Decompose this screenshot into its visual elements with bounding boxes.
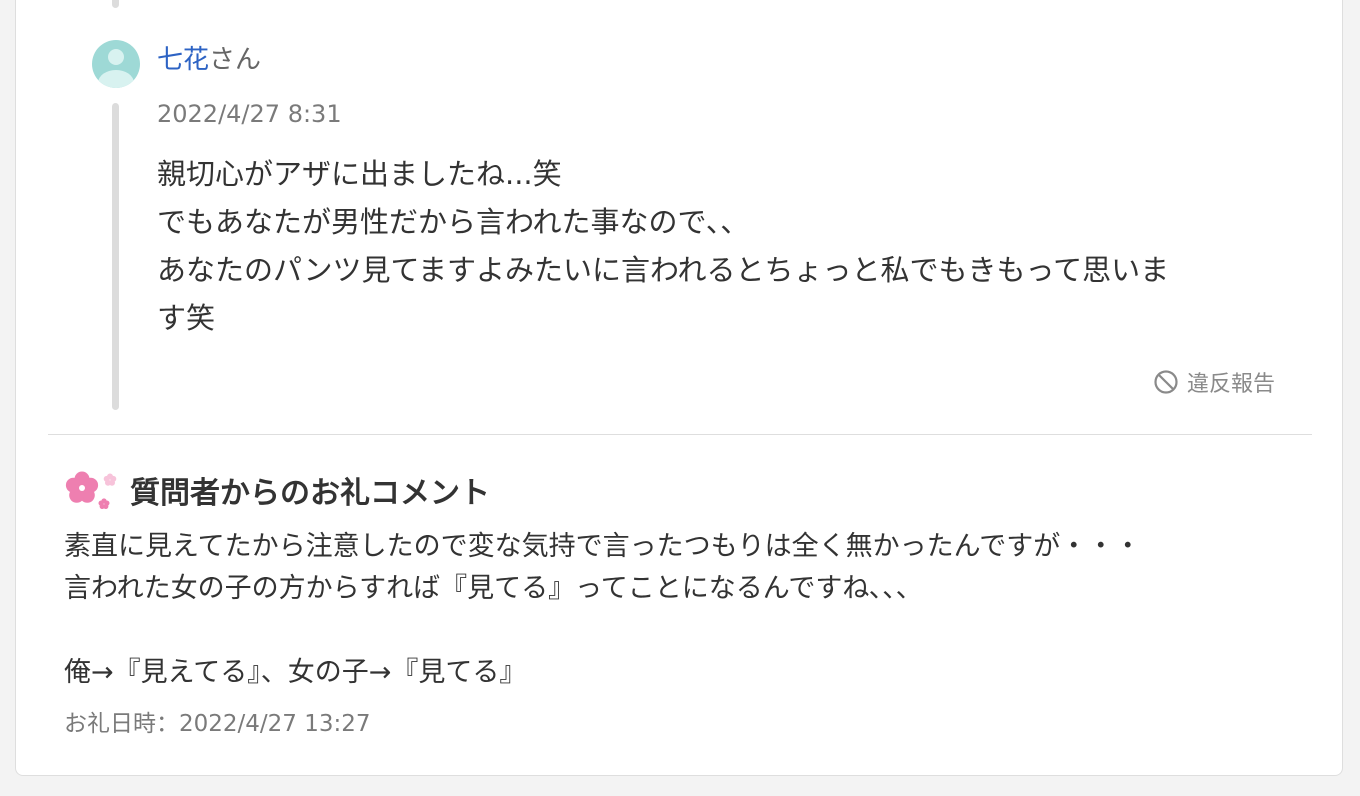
answer-line: でもあなたが男性だから言われた事なので､､ xyxy=(157,205,736,239)
avatar-head xyxy=(108,49,124,65)
thanks-header: 質問者からのお礼コメント xyxy=(62,466,490,514)
thanks-line: 言われた女の子の方からすれば『見てる』ってことになるんですね､､､ xyxy=(64,573,910,604)
username-link[interactable]: 七花 xyxy=(157,45,209,75)
report-button[interactable]: 違反報告 xyxy=(1153,366,1275,398)
answer-line: 親切心がアザに出ましたね...笑 xyxy=(157,157,562,191)
thanks-date: お礼日時：2022/4/27 13:27 xyxy=(64,711,371,737)
avatar-body xyxy=(98,70,134,88)
answer-body: 親切心がアザに出ましたね...笑 でもあなたが男性だから言われた事なので､､ あ… xyxy=(157,150,1287,342)
user-avatar[interactable] xyxy=(92,40,140,88)
answer-timestamp: 2022/4/27 8:31 xyxy=(157,100,342,128)
report-label: 違反報告 xyxy=(1187,372,1276,397)
answer-line: あなたのパンツ見てますよみたいに言われるとちょっと私でもきもって思いま xyxy=(157,253,1170,287)
thanks-line xyxy=(64,610,1141,652)
section-divider xyxy=(48,434,1312,435)
honorific: さん xyxy=(209,45,262,75)
thanks-line: 素直に見えてたから注意したので変な気持で言ったつもりは全く無かったんですが・・・ xyxy=(64,531,1142,562)
thanks-body: 素直に見えてたから注意したので変な気持で言ったつもりは全く無かったんですが・・・… xyxy=(64,526,1141,694)
thread-line xyxy=(112,0,119,8)
reply-thread-line xyxy=(112,103,119,410)
thanks-title: 質問者からのお礼コメント xyxy=(130,476,490,511)
prohibited-icon xyxy=(1154,370,1178,394)
answer-line: す笑 xyxy=(157,301,216,335)
answer-author: 七花さん xyxy=(157,44,261,76)
sakura-icon xyxy=(65,471,117,509)
thanks-line: 俺→『見えてる』、女の子→『見てる』 xyxy=(64,657,527,688)
